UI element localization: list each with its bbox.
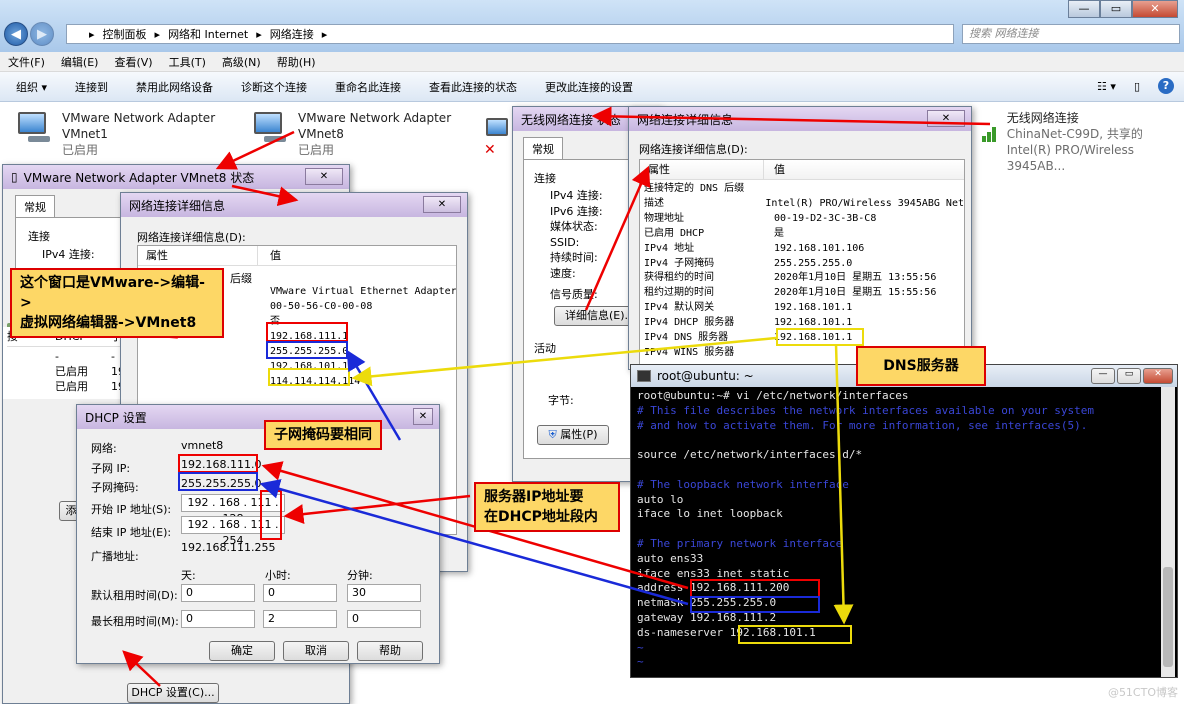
annotation-arrows	[122, 106, 991, 687]
note-server-ip: 服务器IP地址要 在DHCP地址段内	[474, 482, 620, 532]
arrow	[231, 184, 299, 207]
arrow	[122, 650, 161, 687]
note-dns-server: DNS服务器	[856, 346, 986, 386]
arrow	[215, 130, 295, 170]
arrow	[351, 336, 777, 387]
watermark: @51CTO博客	[1107, 686, 1178, 699]
arrow	[591, 106, 991, 127]
arrow	[833, 343, 854, 625]
arrow	[584, 165, 651, 311]
note-vmnet-window: 这个窗口是VMware->编辑-> 虚拟网络编辑器->VMnet8	[10, 268, 224, 338]
note-mask-same: 子网掩码要相同	[264, 420, 382, 450]
